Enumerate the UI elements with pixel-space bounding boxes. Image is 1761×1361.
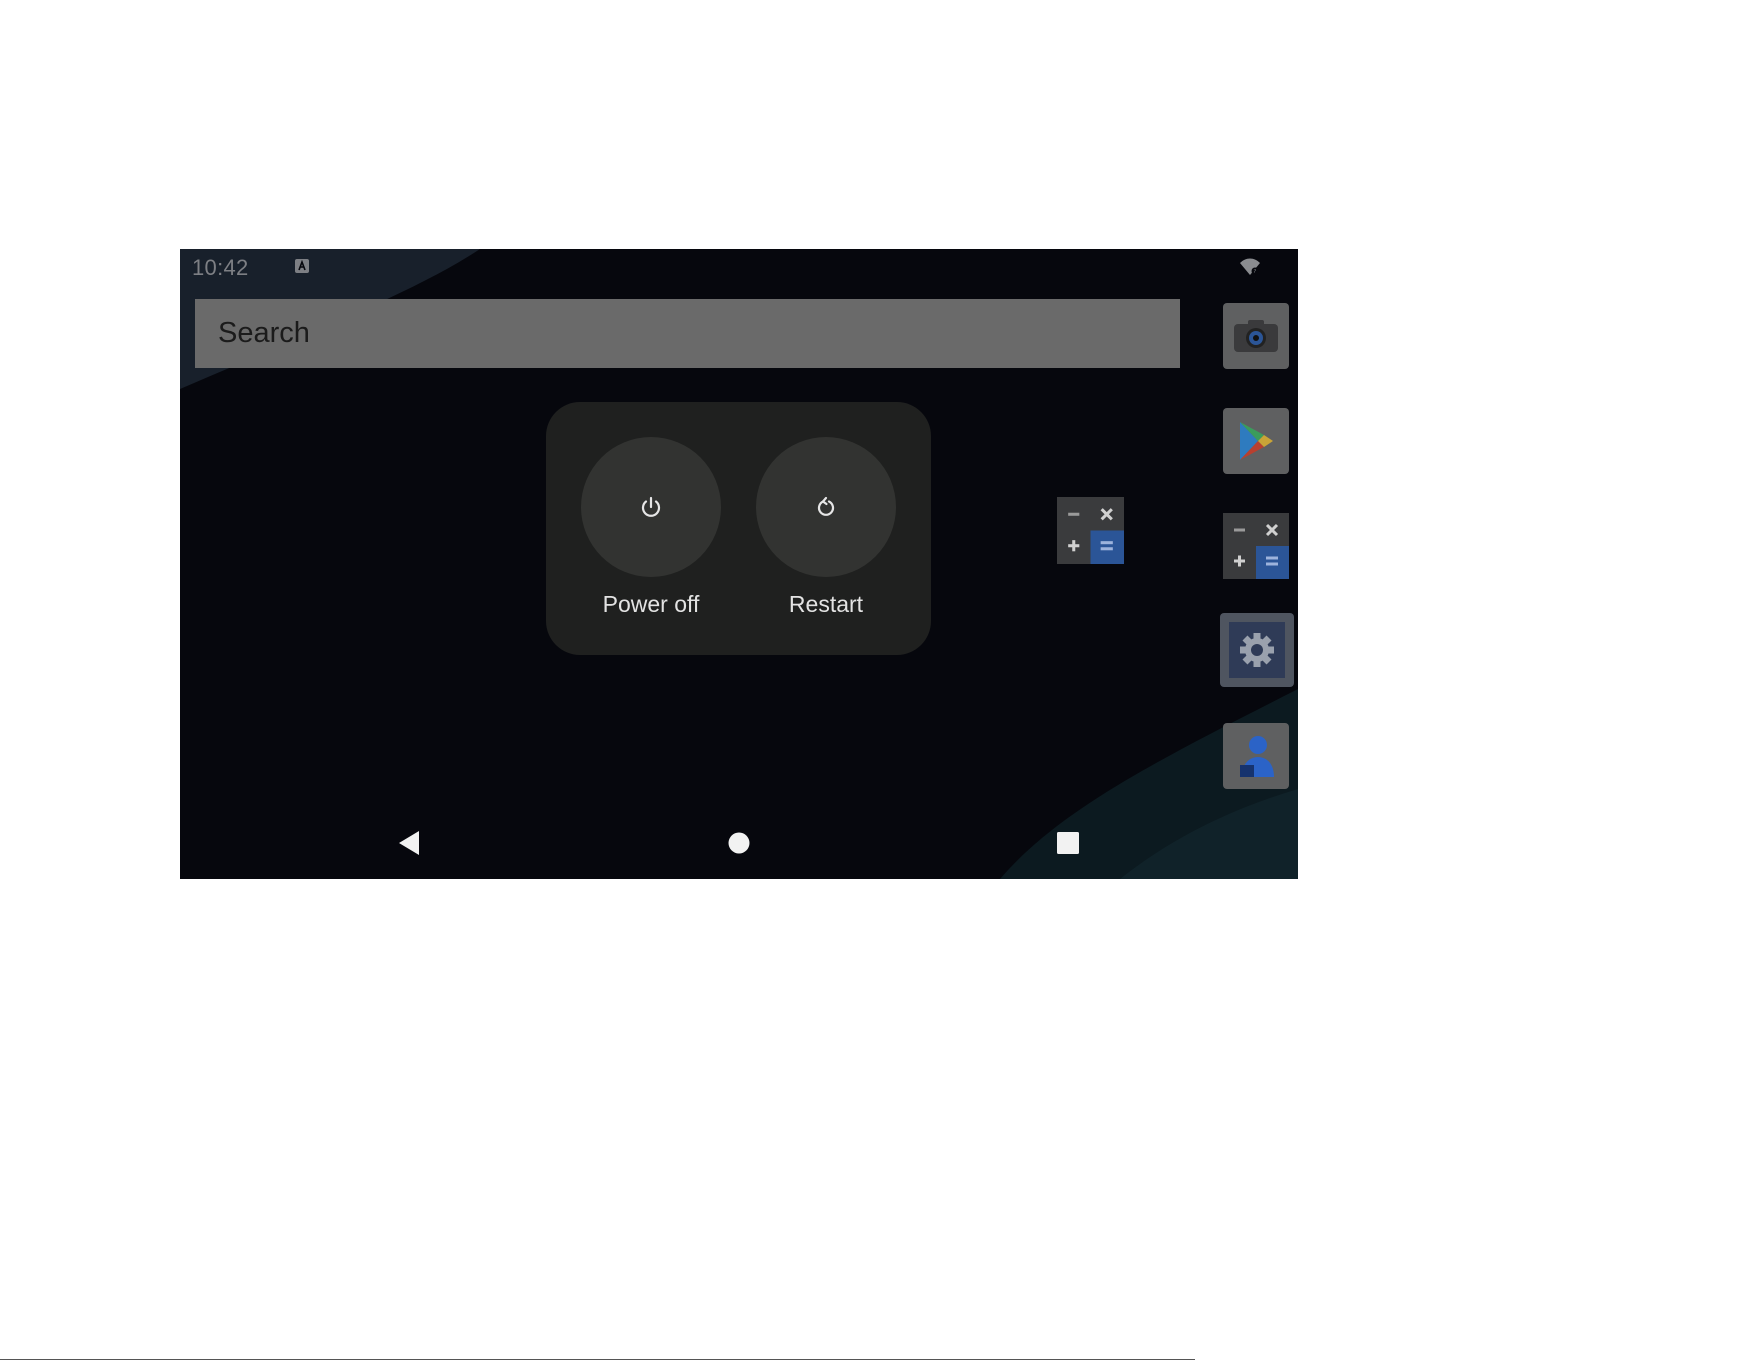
search-bar[interactable]: Search (195, 299, 1180, 368)
play-store-app[interactable] (1223, 408, 1289, 474)
restart-button[interactable]: Restart (756, 437, 896, 618)
recents-icon[interactable] (1057, 832, 1079, 854)
page-divider (0, 1359, 1195, 1360)
power-icon (641, 496, 661, 517)
play-store-icon (1240, 422, 1273, 460)
svg-text:?: ? (1254, 269, 1257, 275)
restart-circle[interactable] (756, 437, 896, 577)
calculator-icon (1223, 513, 1289, 579)
camera-app[interactable] (1223, 303, 1289, 369)
back-icon[interactable] (397, 830, 421, 856)
calculator-icon[interactable] (1057, 497, 1124, 564)
restart-icon (817, 496, 835, 516)
contacts-app[interactable] (1223, 723, 1289, 789)
power-off-button[interactable]: Power off (581, 437, 721, 618)
home-icon[interactable] (728, 832, 750, 854)
restart-label: Restart (788, 591, 864, 617)
calculator-app[interactable] (1223, 513, 1289, 579)
power-off-label: Power off (602, 591, 700, 617)
settings-app[interactable] (1220, 613, 1294, 687)
settings-icon (1229, 622, 1285, 678)
contacts-icon (1240, 736, 1274, 777)
notification-a-icon (295, 259, 309, 273)
search-placeholder: Search (218, 317, 310, 349)
power-menu-dialog: Power off Restart (546, 402, 931, 655)
status-time: 10:42 (192, 255, 249, 280)
device-screen: 10:42 ? Search Power off Restart (180, 249, 1298, 879)
power-off-circle[interactable] (581, 437, 721, 577)
wifi-icon: ? (1240, 258, 1260, 275)
camera-icon (1234, 320, 1278, 352)
